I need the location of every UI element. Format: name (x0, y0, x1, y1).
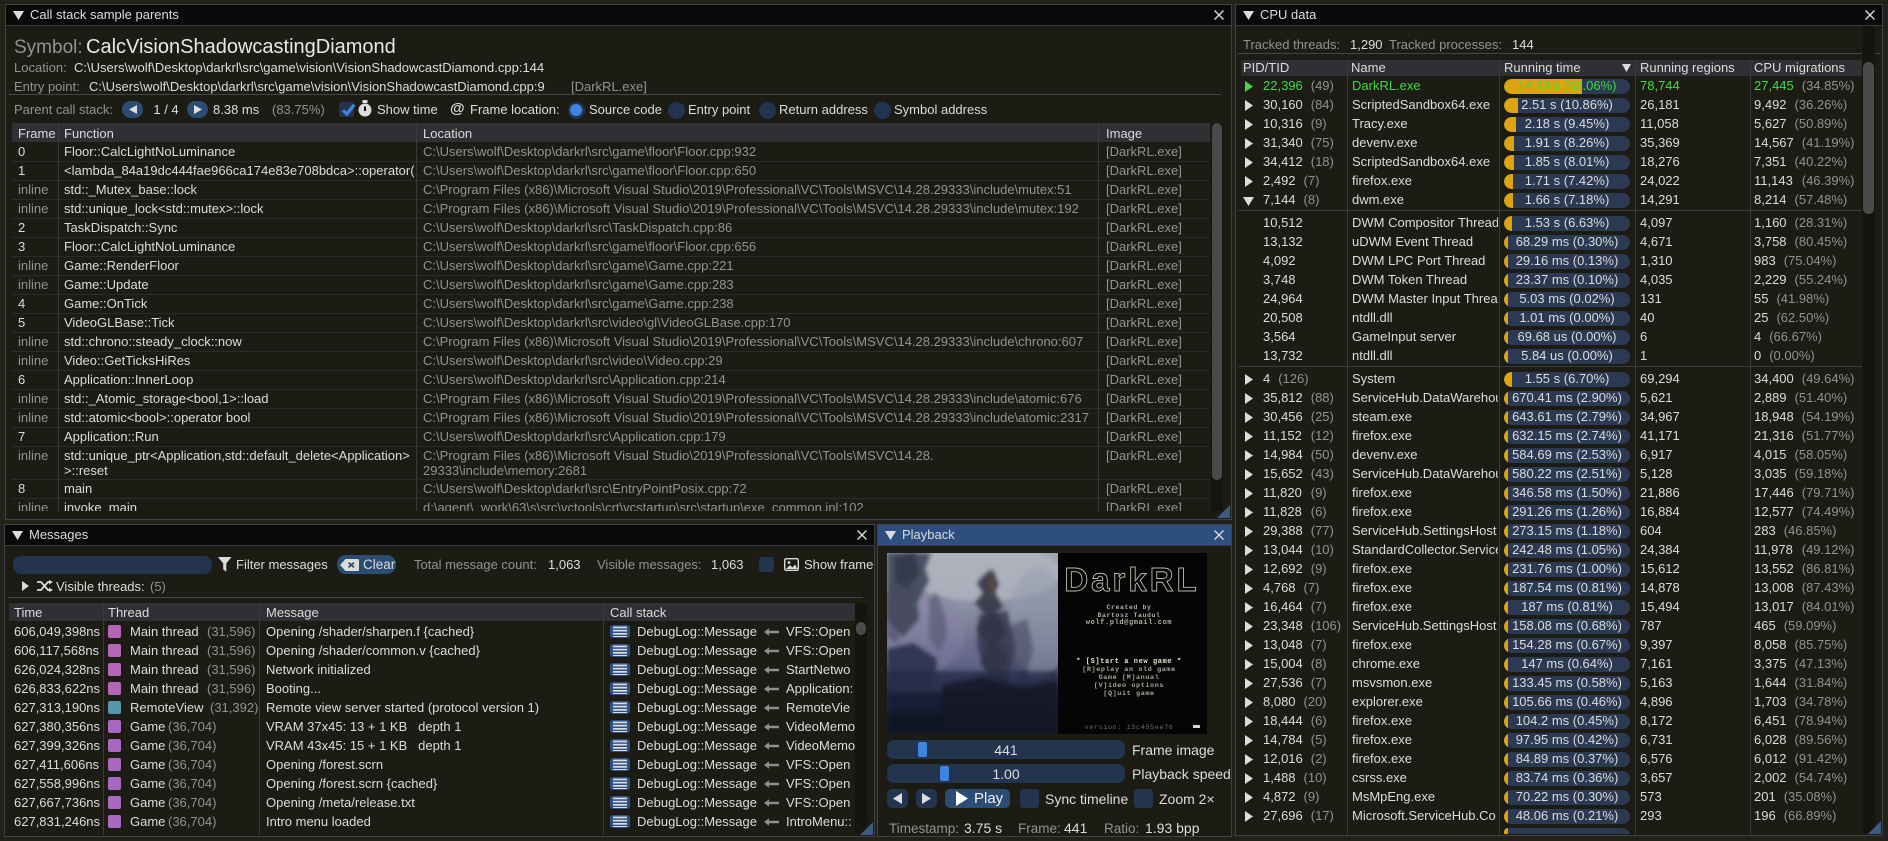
svg-text:version: 15c455ee76: version: 15c455ee76 (1085, 724, 1174, 732)
svg-text:Game [M]anual: Game [M]anual (1099, 674, 1160, 682)
svg-text:Created by: Created by (1106, 604, 1151, 611)
svg-text:DarkRL: DarkRL (1064, 561, 1199, 598)
svg-text:[R]eplay an old game: [R]eplay an old game (1082, 666, 1176, 674)
svg-text:* [S]tart a new game *: * [S]tart a new game * (1076, 658, 1182, 666)
svg-text:wolf.pld@gmail.com: wolf.pld@gmail.com (1086, 619, 1172, 627)
svg-text:[Q]uit game: [Q]uit game (1103, 690, 1154, 698)
svg-text:Bartosz Taudul: Bartosz Taudul (1097, 612, 1160, 619)
svg-text:[V]ideo options: [V]ideo options (1094, 682, 1164, 690)
